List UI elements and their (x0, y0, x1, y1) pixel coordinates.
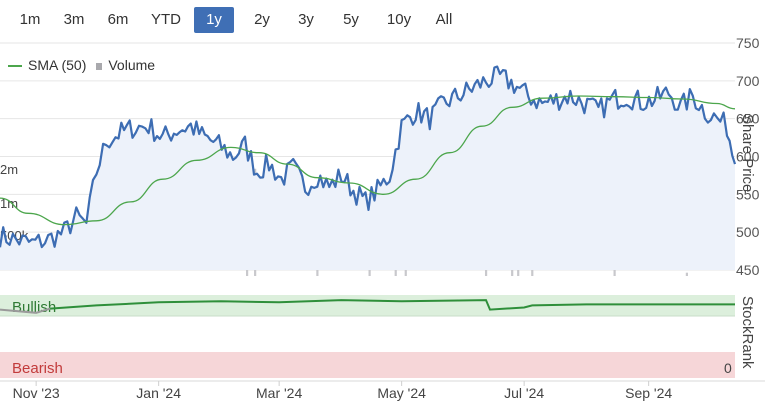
stockrank-axis-title: StockRank (739, 296, 756, 369)
volume-axis-label: 2m (0, 162, 18, 177)
bearish-band (0, 352, 735, 378)
x-tick-label: Jul '24 (504, 385, 544, 401)
x-tick-label: Nov '23 (13, 385, 60, 401)
price-tick-label: 700 (736, 73, 760, 89)
x-tick-label: Jan '24 (136, 385, 181, 401)
price-axis-title: Share Price (739, 114, 756, 192)
price-tick-label: 450 (736, 262, 760, 278)
stockrank-axis-zero: 0 (724, 360, 732, 376)
x-tick-label: Mar '24 (256, 385, 302, 401)
x-tick-label: Sep '24 (625, 385, 672, 401)
share-price-chart: 4505005506006507007500500k1m2mShare Pric… (0, 35, 765, 401)
volume-bar (316, 269, 319, 276)
volume-bar (685, 272, 689, 276)
price-tick-label: 750 (736, 35, 760, 51)
x-tick-label: May '24 (377, 385, 426, 401)
price-tick-label: 500 (736, 224, 760, 240)
bearish-label: Bearish (12, 360, 63, 377)
